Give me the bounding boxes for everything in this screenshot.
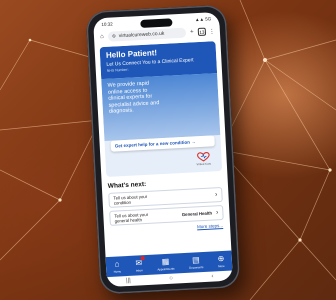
menu-icon[interactable]: ⋮ [209,28,215,35]
step-label: Tell us about your condition [113,193,147,205]
appointments-icon: ▦ [161,256,170,267]
tab-count-button[interactable]: 13 [197,27,207,37]
home-button[interactable]: ⌂ [99,34,105,40]
nav-item-more[interactable]: ⊕ More [217,254,224,268]
recents-icon[interactable]: ||| [126,278,131,284]
nav-label: Home [113,269,122,274]
phone-screen: 10:32 ▲▲ 5G ⌂ ⊜ virtualcureweb.co.uk + 1… [93,11,233,288]
nav-label: More [218,263,225,269]
dynamic-island [140,18,173,29]
home-icon: ⌂ [114,259,120,269]
nav-item-inbox[interactable]: ✉ Inbox [135,256,146,273]
address-bar[interactable]: ⊜ virtualcureweb.co.uk [107,27,187,42]
status-time: 10:32 [101,20,113,27]
new-tab-button[interactable]: + [189,29,195,35]
chevron-right-icon: › [214,191,218,199]
chevron-right-icon: › [215,209,219,217]
welcome-body: We provide rapid online access to clinic… [101,73,221,142]
site-info-icon[interactable]: ⊜ [112,33,116,39]
back-icon[interactable]: ‹ [211,274,213,280]
nav-item-appointments[interactable]: ▦ Appointments [157,256,175,272]
step-right: General Health › [181,209,219,218]
nav-item-home[interactable]: ⌂ Home [113,259,122,274]
nav-item-documents[interactable]: ▤ Documents [189,255,204,270]
nav-label: Documents [189,265,204,270]
nav-label: Inbox [135,268,143,273]
step-item-condition[interactable]: Tell us about your condition › [108,186,223,208]
nav-label: Appointments [157,266,175,272]
step-label-line: condition [113,199,132,206]
home-circle-icon[interactable]: ○ [169,276,173,282]
notification-badge [140,256,146,261]
more-icon: ⊕ [217,253,225,264]
logo-text: Virtual Cure [196,161,212,167]
step-extra-label: General Health [181,210,213,218]
url-text: virtualcureweb.co.uk [118,30,165,40]
documents-icon: ▤ [191,255,200,265]
step-label-line: general health [114,216,142,224]
smartphone: 10:32 ▲▲ 5G ⌂ ⊜ virtualcureweb.co.uk + 1… [85,4,241,295]
step-label: Tell us about your general health [114,211,148,223]
welcome-card: Hello Patient! Let Us Connect You to a C… [99,41,223,178]
status-signal: ▲▲ 5G [194,15,212,22]
inbox-icon: ✉ [135,256,146,268]
virtual-cure-logo: Virtual Cure [192,151,215,166]
